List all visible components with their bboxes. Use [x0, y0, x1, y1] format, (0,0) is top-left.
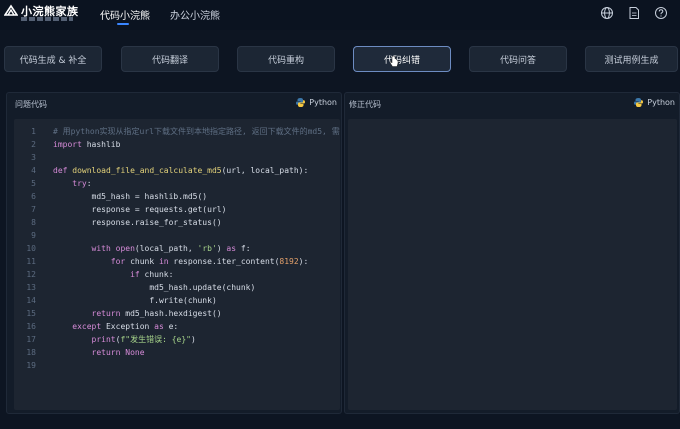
line-number: 3 — [31, 153, 36, 162]
line-number: 15 — [26, 309, 36, 318]
nav-active-indicator — [117, 23, 129, 25]
line-number: 6 — [31, 192, 36, 201]
function-code-fix-button[interactable]: 代码纠错 — [353, 46, 451, 72]
code-text: if chunk: — [130, 270, 174, 279]
code-text: response.raise_for_status() — [53, 218, 222, 227]
line-number: 11 — [26, 257, 36, 266]
code-line: 8 response.raise_for_status() — [14, 216, 340, 229]
code-line: 7 response = requests.get(url) — [14, 203, 340, 216]
code-text: md5_hash.update(chunk) — [53, 283, 256, 292]
python-icon — [634, 98, 644, 107]
line-number: 18 — [26, 348, 36, 357]
function-code-refactor-button[interactable]: 代码重构 — [237, 46, 335, 72]
function-code-qa-button[interactable]: 代码问答 — [469, 46, 567, 72]
problem-language-label[interactable]: Python — [296, 98, 337, 107]
code-text: f.write(chunk) — [53, 296, 217, 305]
line-number: 16 — [26, 322, 36, 331]
code-line: 17 print(f"发生错误: {e}") — [14, 333, 340, 346]
code-text: # 用python实现从指定url下载文件到本地指定路径, 返回下载文件的md5… — [53, 127, 340, 136]
line-number: 14 — [26, 296, 36, 305]
code-text: return None — [91, 348, 145, 357]
code-text: md5_hash = hashlib.md5() — [53, 192, 208, 201]
code-line: 19 — [14, 359, 340, 372]
line-number: 17 — [26, 335, 36, 344]
code-line: 13 md5_hash.update(chunk) — [14, 281, 340, 294]
code-line: 5 try: — [14, 177, 340, 190]
code-text: for chunk in response.iter_content(8192)… — [110, 257, 309, 266]
nav-tab-office-raccoon[interactable]: 办公小浣熊 — [170, 7, 220, 22]
line-number: 9 — [31, 231, 36, 240]
line-number: 7 — [31, 205, 36, 214]
line-number: 12 — [26, 270, 36, 279]
problem-language-text: Python — [309, 98, 337, 107]
line-number: 1 — [31, 127, 36, 136]
nav-tab-code-raccoon[interactable]: 代码小浣熊 — [100, 7, 150, 22]
python-icon — [296, 98, 306, 107]
code-line: 11 for chunk in response.iter_content(81… — [14, 255, 340, 268]
line-number: 2 — [31, 140, 36, 149]
problem-code-title: 问题代码 — [15, 100, 47, 109]
problem-code-editor[interactable]: 1 # 用python实现从指定url下载文件到本地指定路径, 返回下载文件的md… — [14, 119, 340, 410]
code-line: 9 — [14, 229, 340, 242]
function-test-case-button[interactable]: 测试用例生成 — [585, 46, 678, 72]
code-line: 4 def download_file_and_calculate_md5(url… — [14, 164, 340, 177]
fixed-code-editor[interactable] — [348, 119, 677, 410]
document-icon[interactable] — [627, 6, 641, 20]
code-line: 14 f.write(chunk) — [14, 294, 340, 307]
line-number: 10 — [26, 244, 36, 253]
help-icon[interactable] — [654, 6, 668, 20]
top-bar: 小浣熊家族 代码小浣熊 办公小浣熊 — [0, 0, 680, 30]
line-number: 13 — [26, 283, 36, 292]
line-number: 4 — [31, 166, 36, 175]
code-text: with open(local_path, 'rb') as f: — [91, 244, 251, 253]
fixed-language-text: Python — [647, 98, 675, 107]
line-number: 5 — [31, 179, 36, 188]
line-number: 8 — [31, 218, 36, 227]
code-text: try: — [72, 179, 92, 188]
code-line: 6 md5_hash = hashlib.md5() — [14, 190, 340, 203]
code-text: import hashlib — [53, 140, 121, 149]
code-line: 18 return None — [14, 346, 340, 359]
code-text: except Exception as e: — [72, 322, 179, 331]
brand-subtitle-logo — [21, 17, 73, 21]
code-line: 3 — [14, 151, 340, 164]
function-code-translation-button[interactable]: 代码翻译 — [121, 46, 219, 72]
code-line: 10 with open(local_path, 'rb') as f: — [14, 242, 340, 255]
code-line: 16 except Exception as e: — [14, 320, 340, 333]
code-line: 15 return md5_hash.hexdigest() — [14, 307, 340, 320]
globe-icon[interactable] — [600, 6, 614, 20]
raccoon-logo-icon — [4, 4, 18, 16]
code-text: print(f"发生错误: {e}") — [91, 335, 196, 344]
line-number: 19 — [26, 361, 36, 370]
hand-cursor-icon — [389, 56, 399, 67]
code-line: 2 import hashlib — [14, 138, 340, 151]
code-text: def download_file_and_calculate_md5(url,… — [53, 166, 309, 175]
fixed-code-title: 修正代码 — [349, 100, 381, 109]
code-text: response = requests.get(url) — [53, 205, 227, 214]
function-code-generation-button[interactable]: 代码生成 & 补全 — [4, 46, 102, 72]
code-line: 12 if chunk: — [14, 268, 340, 281]
fixed-language-label[interactable]: Python — [634, 98, 675, 107]
code-text: return md5_hash.hexdigest() — [91, 309, 222, 318]
code-line: 1 # 用python实现从指定url下载文件到本地指定路径, 返回下载文件的md… — [14, 125, 340, 138]
